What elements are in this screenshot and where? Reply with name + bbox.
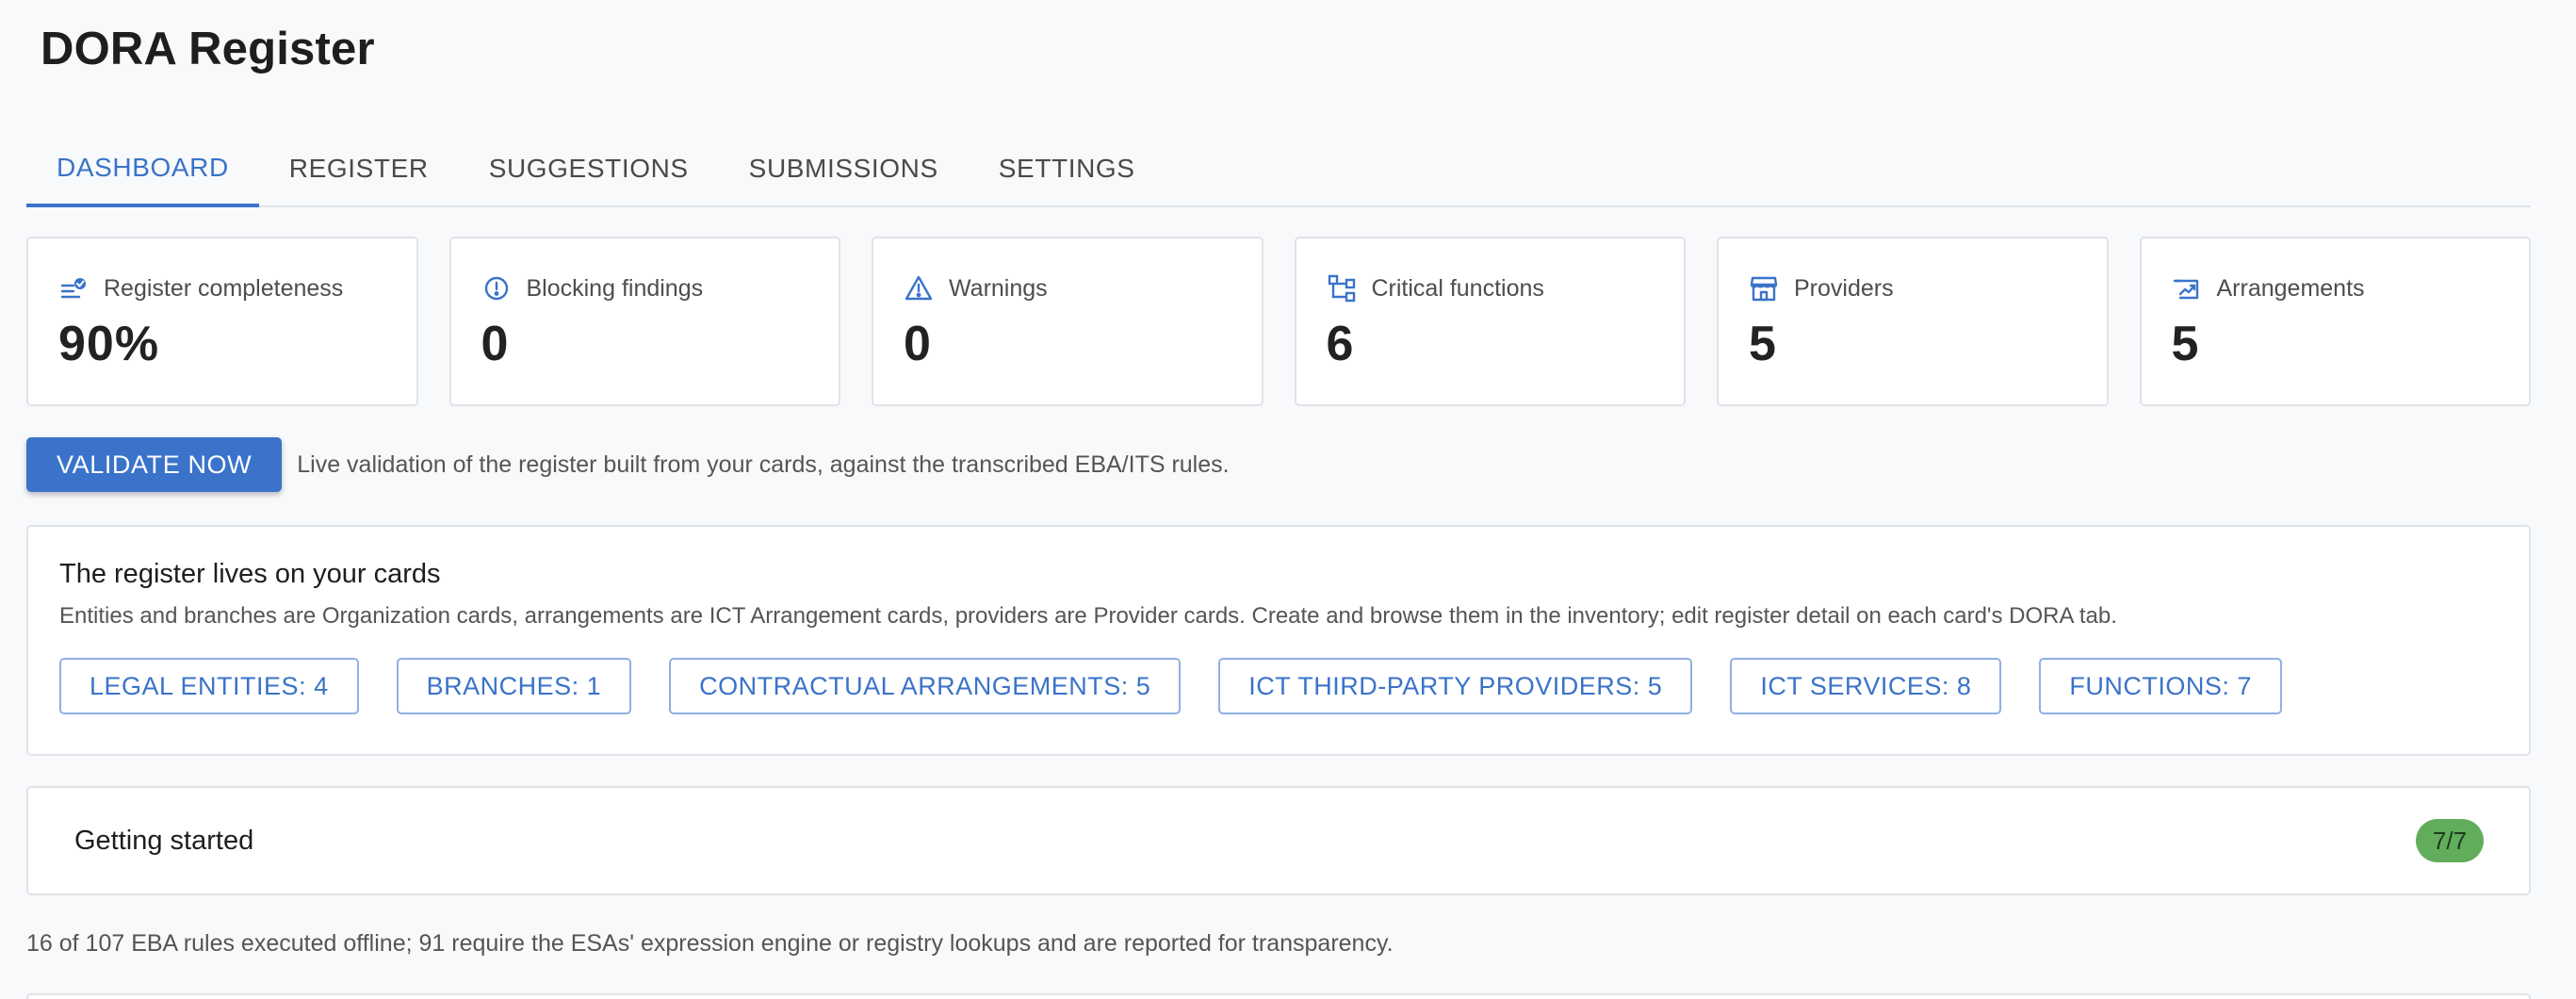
panel-title: The register lives on your cards (59, 559, 441, 589)
hierarchy-icon (1327, 273, 1357, 303)
stat-label: Arrangements (2216, 274, 2365, 302)
chip-functions[interactable]: FUNCTIONS: 7 (2039, 658, 2282, 714)
dora-register-page: DORA Register DASHBOARD REGISTER SUGGEST… (0, 0, 2576, 999)
stat-card-critical-functions: Critical functions 6 (1294, 237, 1686, 406)
stat-value: 90% (58, 317, 160, 371)
chip-ict-third-party-providers[interactable]: ICT THIRD-PARTY PROVIDERS: 5 (1218, 658, 1693, 714)
validate-note: Live validation of the register built fr… (297, 450, 1230, 478)
checklist-icon (58, 273, 89, 303)
stat-value: 5 (1749, 317, 1777, 371)
tab-settings[interactable]: SETTINGS (969, 132, 1166, 205)
stat-value: 0 (904, 317, 932, 371)
stat-card-register-completeness: Register completeness 90% (26, 237, 418, 406)
next-panel-edge (26, 993, 2531, 999)
register-cards-panel: The register lives on your cards Entitie… (26, 525, 2531, 756)
stat-label: Register completeness (104, 274, 344, 302)
storefront-icon (1749, 273, 1779, 303)
card-count-chips: LEGAL ENTITIES: 4 BRANCHES: 1 CONTRACTUA… (59, 658, 2498, 714)
stat-label: Providers (1794, 274, 1894, 302)
chip-branches[interactable]: BRANCHES: 1 (396, 658, 632, 714)
warning-triangle-icon (904, 273, 934, 303)
validate-row: VALIDATE NOW Live validation of the regi… (26, 437, 1230, 492)
getting-started-title: Getting started (74, 825, 254, 856)
page-title: DORA Register (41, 24, 375, 74)
stat-label: Critical functions (1371, 274, 1544, 302)
stat-card-warnings: Warnings 0 (872, 237, 1264, 406)
tab-submissions[interactable]: SUBMISSIONS (719, 132, 969, 205)
stat-card-arrangements: Arrangements 5 (2139, 237, 2531, 406)
stat-label: Blocking findings (526, 274, 704, 302)
chip-ict-services[interactable]: ICT SERVICES: 8 (1730, 658, 2002, 714)
chip-legal-entities[interactable]: LEGAL ENTITIES: 4 (59, 658, 359, 714)
tab-suggestions[interactable]: SUGGESTIONS (459, 132, 719, 205)
stat-value: 0 (481, 317, 510, 371)
tab-register[interactable]: REGISTER (259, 132, 459, 205)
main-tabs: DASHBOARD REGISTER SUGGESTIONS SUBMISSIO… (26, 132, 2531, 207)
validate-now-button[interactable]: VALIDATE NOW (26, 437, 283, 492)
contract-icon (2172, 273, 2202, 303)
stat-value: 6 (1326, 317, 1355, 371)
stat-label: Warnings (949, 274, 1048, 302)
stat-card-blocking-findings: Blocking findings 0 (448, 237, 840, 406)
chip-contractual-arrangements[interactable]: CONTRACTUAL ARRANGEMENTS: 5 (669, 658, 1182, 714)
progress-badge: 7/7 (2416, 819, 2484, 862)
stats-row: Register completeness 90% Blocking findi… (26, 237, 2531, 406)
alert-circle-icon (481, 273, 512, 303)
stat-card-providers: Providers 5 (1717, 237, 2109, 406)
panel-description: Entities and branches are Organization c… (59, 603, 2117, 629)
rules-execution-note: 16 of 107 EBA rules executed offline; 91… (26, 930, 1394, 957)
tab-dashboard[interactable]: DASHBOARD (26, 132, 259, 207)
stat-value: 5 (2171, 317, 2200, 371)
getting-started-accordion[interactable]: Getting started 7/7 (26, 786, 2531, 895)
